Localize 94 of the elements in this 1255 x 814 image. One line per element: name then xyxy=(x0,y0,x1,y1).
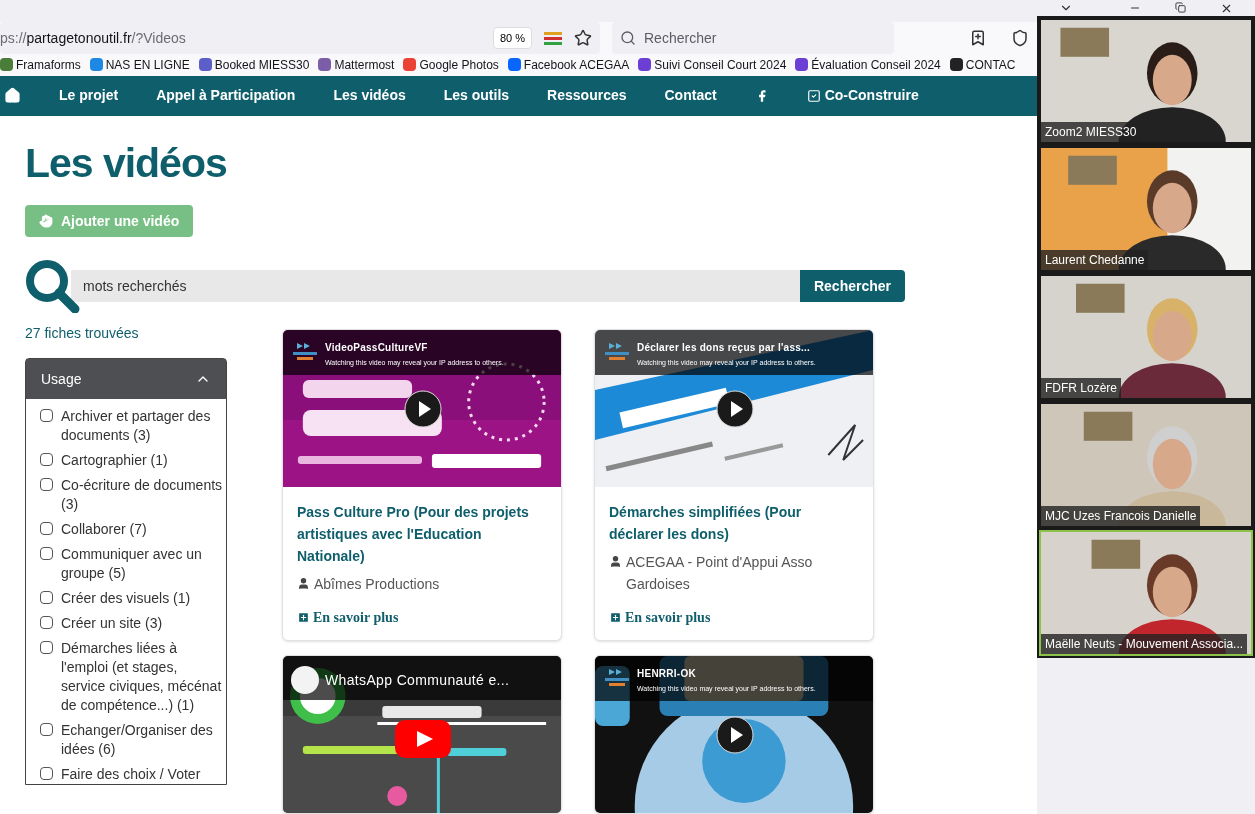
nav-link[interactable]: Appel à Participation xyxy=(156,85,296,107)
checkbox-icon xyxy=(806,88,821,103)
bookmark-icon xyxy=(638,58,652,72)
card-author: ACEGAA - Point d'Appui Asso Gardoises xyxy=(626,553,814,594)
channel-logo-icon xyxy=(603,340,631,362)
channel-avatar-icon xyxy=(291,666,319,694)
checkbox[interactable] xyxy=(40,522,53,535)
bookmark-icon xyxy=(318,58,332,72)
video-title[interactable]: HENRRI-OK xyxy=(637,666,816,681)
channel-logo-icon xyxy=(291,340,319,362)
play-icon[interactable] xyxy=(716,390,754,428)
filter-option-label: Créer des visuels (1) xyxy=(61,589,191,608)
bookmark-item[interactable]: Google Photos xyxy=(403,56,499,74)
participant-name: MJC Uzes Francois Danielle xyxy=(1041,506,1201,526)
nav-link[interactable]: Contact xyxy=(664,85,717,107)
filter-option-label: Créer un site (3) xyxy=(61,614,163,633)
color-bars-icon[interactable] xyxy=(544,31,562,46)
filter-option-label: Faire des choix / Voter xyxy=(61,765,201,784)
plus-icon xyxy=(297,611,310,624)
nav-link[interactable]: Co-Construire xyxy=(806,85,919,107)
filter-option-label: Communiquer avec un groupe (5) xyxy=(61,545,203,583)
bookmark-item[interactable]: Framaforms xyxy=(0,56,81,74)
checkbox[interactable] xyxy=(40,591,53,604)
bookmark-item[interactable]: CONTAC xyxy=(949,56,1016,74)
video-title[interactable]: Déclarer les dons reçus par l'ass... xyxy=(637,340,816,355)
bookmark-item[interactable]: Évaluation Conseil 2024 xyxy=(795,56,941,74)
bookmark-icon xyxy=(507,58,521,72)
search-field[interactable]: mots recherchés xyxy=(71,270,800,302)
video-tile[interactable]: FDFR Lozère xyxy=(1039,274,1253,400)
participant-name: Laurent Chedanne xyxy=(1041,250,1149,270)
checkbox[interactable] xyxy=(40,616,53,629)
nav-link[interactable]: Ressources xyxy=(547,85,627,107)
participant-name: FDFR Lozère xyxy=(1041,378,1122,398)
filter-option-label: Echanger/Organiser des idées (6) xyxy=(61,721,214,759)
search-icon xyxy=(620,30,636,47)
result-count: 27 fiches trouvées xyxy=(25,324,140,343)
address-bar[interactable]: ps://partagetonoutil.fr/?Videos 80 % xyxy=(0,22,600,55)
video-title[interactable]: VideoPassCultureVF xyxy=(325,340,504,355)
bookmark-item[interactable]: Facebook ACEGAA xyxy=(507,56,630,74)
participant-name: Maëlle Neuts - Mouvement Associa... xyxy=(1041,634,1248,654)
bookmark-item[interactable]: Mattermost xyxy=(318,56,395,74)
bookmark-icon xyxy=(949,58,963,72)
filter-option-label: Co-écriture de documents (3) xyxy=(61,476,224,514)
read-more-link[interactable]: En savoir plus xyxy=(609,607,711,628)
search-button[interactable]: Rechercher xyxy=(799,270,905,302)
checkbox[interactable] xyxy=(40,453,53,466)
video-tile[interactable]: Zoom2 MIESS30 xyxy=(1039,18,1253,144)
play-icon[interactable] xyxy=(404,390,442,428)
bookmark-icon xyxy=(198,58,212,72)
nav-link[interactable]: Les vidéos xyxy=(333,85,406,107)
video-tile[interactable]: Laurent Chedanne xyxy=(1039,146,1253,272)
filter-option-label: Démarches liées à l'emploi (et stages, service civiques, mécénat de compétence...) (1) xyxy=(61,639,223,715)
hand-icon xyxy=(39,214,53,228)
video-tile[interactable]: Maëlle Neuts - Mouvement Associa... xyxy=(1039,530,1253,656)
card-title[interactable]: Pass Culture Pro (Pour des projets artistiques avec l'Education Nationale) xyxy=(297,501,547,567)
video-tile[interactable]: MJC Uzes Francois Danielle xyxy=(1039,402,1253,528)
play-icon[interactable] xyxy=(716,716,754,754)
checkbox[interactable] xyxy=(40,478,53,491)
checkbox[interactable] xyxy=(40,409,53,422)
url-text: ps://partagetonoutil.fr/?Videos xyxy=(0,28,186,48)
page-title: Les vidéos xyxy=(25,138,228,188)
bookmark-star-icon[interactable] xyxy=(574,29,592,48)
user-icon xyxy=(609,555,622,568)
nav-link[interactable]: Le projet xyxy=(59,85,119,107)
bookmark-icon xyxy=(0,58,13,72)
checkbox[interactable] xyxy=(40,767,53,780)
user-icon xyxy=(297,577,310,590)
star-list-icon[interactable] xyxy=(969,29,987,48)
read-more-link[interactable]: En savoir plus xyxy=(297,607,399,628)
nav-link[interactable]: Les outils xyxy=(443,85,510,107)
filter-header[interactable]: Usage xyxy=(26,359,226,399)
card-author: Abîmes Productions xyxy=(314,575,440,594)
bookmark-icon xyxy=(795,58,809,72)
restore-icon[interactable] xyxy=(1175,1,1186,13)
checkbox[interactable] xyxy=(40,641,53,654)
bookmark-icon xyxy=(89,58,103,72)
channel-logo-icon xyxy=(603,666,631,688)
filter-option-label: Cartographier (1) xyxy=(61,451,168,470)
search-icon xyxy=(25,259,81,313)
card-title[interactable]: Démarches simplifiées (Pour déclarer les dons) xyxy=(609,501,859,545)
shield-icon[interactable] xyxy=(1011,29,1029,48)
bookmark-item[interactable]: Suivi Conseil Court 2024 xyxy=(638,56,787,74)
filter-option-label: Collaborer (7) xyxy=(61,520,147,539)
home-icon[interactable] xyxy=(4,87,21,105)
checkbox[interactable] xyxy=(40,547,53,560)
bookmark-item[interactable]: Booked MIESS30 xyxy=(198,56,310,74)
zoom-level-badge[interactable]: 80 % xyxy=(492,27,532,50)
browser-search-field[interactable]: Rechercher xyxy=(612,22,894,55)
checkbox[interactable] xyxy=(40,723,53,736)
bookmark-icon xyxy=(403,58,417,72)
bookmark-item[interactable]: NAS EN LIGNE xyxy=(89,56,190,74)
play-icon[interactable] xyxy=(395,720,451,758)
plus-icon xyxy=(609,611,622,624)
filter-option-label: Archiver et partager des documents (3) xyxy=(61,407,212,445)
